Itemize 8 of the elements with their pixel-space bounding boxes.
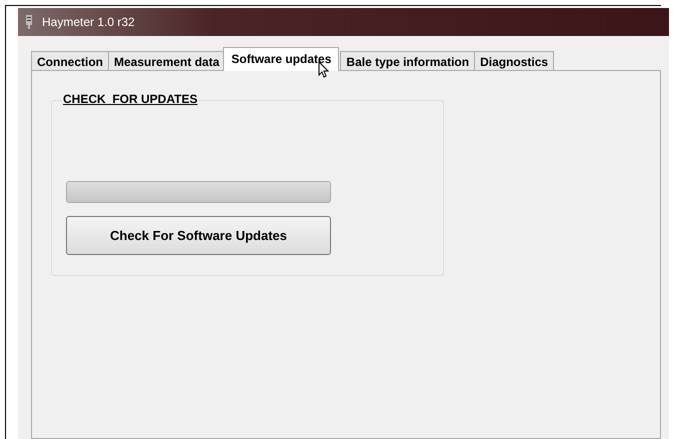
window-title: Haymeter 1.0 r32 (42, 15, 135, 29)
check-updates-button[interactable]: Check For Software Updates (66, 216, 331, 255)
tab[interactable]: Software updates (223, 47, 340, 71)
group-title: CHECK FOR UPDATES (62, 92, 198, 106)
tab[interactable]: Bale type information (340, 51, 476, 71)
tab[interactable]: Connection (31, 51, 109, 71)
tab[interactable]: Measurement data (108, 51, 226, 71)
tab[interactable]: Diagnostics (474, 51, 554, 71)
